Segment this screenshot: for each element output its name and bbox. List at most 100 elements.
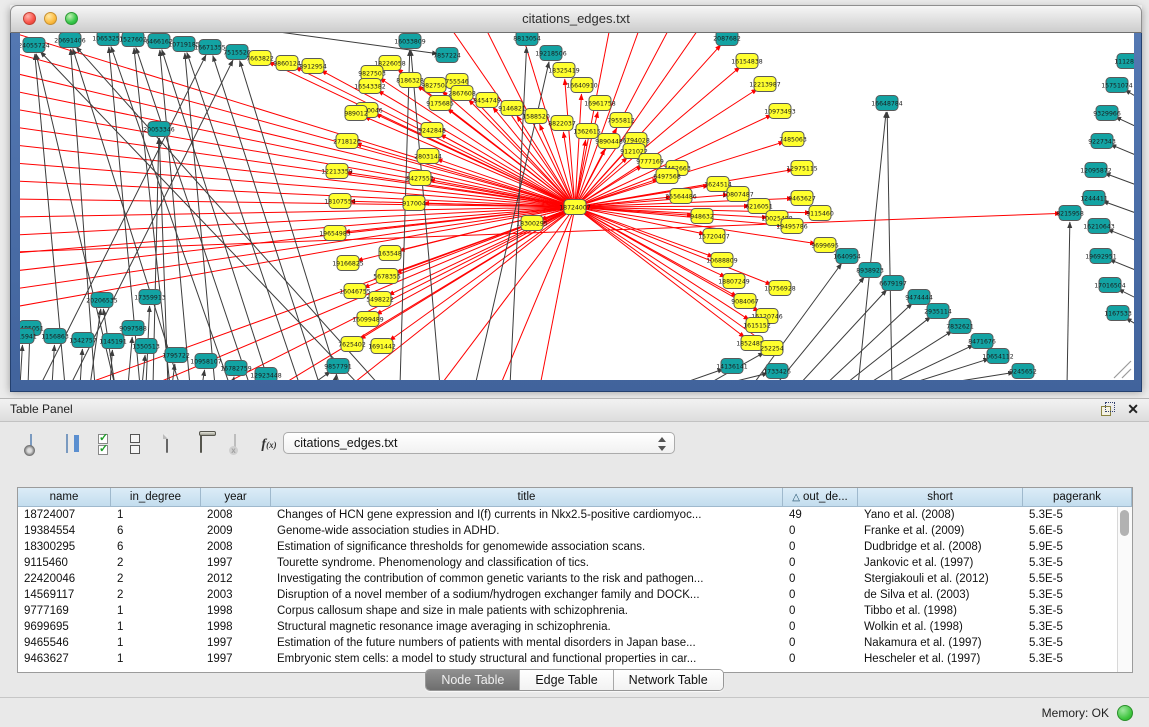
table-row[interactable]: 946554611997Estimation of the future num… xyxy=(18,635,1117,651)
tab-network-table[interactable]: Network Table xyxy=(614,670,723,690)
network-node[interactable]: 16033809 xyxy=(394,34,426,49)
network-node[interactable]: 14136141 xyxy=(716,359,748,374)
network-node[interactable]: 1733426 xyxy=(763,364,791,379)
table-row[interactable]: 1456911722003Disruption of a novel membe… xyxy=(18,587,1117,603)
function-builder-button[interactable]: f(x) xyxy=(256,431,282,457)
network-node[interactable]: 20691406 xyxy=(54,33,86,48)
network-node[interactable]: 9777169 xyxy=(636,154,664,169)
network-node[interactable]: 1156863 xyxy=(41,329,69,344)
network-node[interactable]: 15751074 xyxy=(1101,78,1133,93)
network-node[interactable]: 1350513 xyxy=(132,339,160,354)
table-row[interactable]: 977716911998Corpus callosum shape and si… xyxy=(18,603,1117,619)
close-panel-icon[interactable]: ✕ xyxy=(1127,402,1139,416)
network-node[interactable]: 2803144 xyxy=(414,149,442,164)
network-node[interactable]: 20206535 xyxy=(86,293,118,308)
canvas-resize-grip[interactable] xyxy=(1122,369,1131,378)
tab-edge-table[interactable]: Edge Table xyxy=(520,670,613,690)
network-window-titlebar[interactable]: citations_edges.txt xyxy=(10,5,1142,33)
column-header-in_degree[interactable]: in_degree xyxy=(111,488,201,507)
select-all-rows-button[interactable] xyxy=(90,431,116,457)
network-node[interactable]: 2867608 xyxy=(448,86,476,101)
network-node[interactable]: 19495786 xyxy=(776,219,808,234)
network-node[interactable]: 989012 xyxy=(344,106,368,121)
minimize-window-button[interactable] xyxy=(44,12,57,25)
column-header-name[interactable]: name xyxy=(18,488,111,507)
network-node[interactable]: 1588520 xyxy=(522,109,550,124)
network-node[interactable]: 17016504 xyxy=(1094,278,1126,293)
canvas-resize-grip[interactable] xyxy=(1114,361,1131,378)
network-node[interactable]: 18325419 xyxy=(548,63,580,78)
table-row[interactable]: 2242004622012Investigating the contribut… xyxy=(18,571,1117,587)
network-node[interactable]: 9175685 xyxy=(426,96,454,111)
network-node[interactable]: 25564486 xyxy=(665,189,697,204)
column-header-pagerank[interactable]: pagerank xyxy=(1023,488,1132,507)
row-height-button[interactable] xyxy=(122,431,148,457)
network-node[interactable]: 12213987 xyxy=(749,77,781,92)
network-node[interactable]: 19654983 xyxy=(319,226,351,241)
network-node[interactable]: 948632 xyxy=(690,209,714,224)
network-node[interactable]: 7485063 xyxy=(779,132,807,147)
network-node[interactable]: 16671355 xyxy=(194,40,226,55)
network-node[interactable]: 18107554 xyxy=(324,194,356,209)
network-node[interactable]: 18807249 xyxy=(718,274,750,289)
network-node[interactable]: 7625402 xyxy=(338,337,366,352)
network-node[interactable]: 6497568 xyxy=(653,169,681,184)
network-node[interactable]: 163548 xyxy=(378,246,402,261)
network-node[interactable]: 9115460 xyxy=(806,206,834,221)
network-node[interactable]: 8186328 xyxy=(396,73,424,88)
table-row[interactable]: 911546021997Tourette syndrome. Phenomeno… xyxy=(18,555,1117,571)
network-node[interactable]: 1527602 xyxy=(119,33,147,47)
network-canvas[interactable]: 2405572420691406106532571527602646616210… xyxy=(20,33,1134,380)
network-node[interactable]: 7832621 xyxy=(946,319,974,334)
network-node[interactable]: 6679197 xyxy=(879,276,907,291)
network-node[interactable]: 9227343 xyxy=(1088,134,1116,149)
network-node[interactable]: 1167533 xyxy=(1104,306,1132,321)
column-header-short[interactable]: short xyxy=(858,488,1023,507)
table-row[interactable]: 1830029562008Estimation of significance … xyxy=(18,539,1117,555)
network-node[interactable]: 8912954 xyxy=(299,59,327,74)
network-node[interactable]: 16543382 xyxy=(354,79,386,94)
network-node[interactable]: 15720407 xyxy=(698,229,730,244)
network-node[interactable]: 9699695 xyxy=(811,238,839,253)
network-node[interactable]: 8471676 xyxy=(968,334,996,349)
network-node[interactable]: 19166825 xyxy=(332,256,364,271)
network-node[interactable]: 19218506 xyxy=(535,46,567,61)
network-node[interactable]: 5498222 xyxy=(366,292,394,307)
column-header-year[interactable]: year xyxy=(201,488,271,507)
network-node[interactable]: 10756928 xyxy=(764,281,796,296)
network-node[interactable]: 1362615 xyxy=(573,124,601,139)
network-node[interactable]: 16648784 xyxy=(871,96,903,111)
network-node[interactable]: 8215958 xyxy=(1056,206,1084,221)
delete-button[interactable] xyxy=(188,431,214,457)
scrollbar-thumb[interactable] xyxy=(1120,510,1129,536)
network-node[interactable]: 7663822 xyxy=(246,51,274,66)
network-node[interactable]: 2718126 xyxy=(333,134,361,149)
network-node[interactable]: 24055724 xyxy=(20,38,50,53)
network-node[interactable]: 9329966 xyxy=(1093,106,1121,121)
network-node[interactable]: 9857791 xyxy=(324,359,352,374)
network-node[interactable]: 10688809 xyxy=(706,253,738,268)
network-node[interactable]: 8822037 xyxy=(548,116,576,131)
network-node[interactable]: 2087682 xyxy=(713,33,741,46)
network-node[interactable]: 7955812 xyxy=(607,113,635,128)
network-node[interactable]: 10973493 xyxy=(764,104,796,119)
network-node[interactable]: 16782759 xyxy=(220,361,252,376)
network-node[interactable]: 10958107 xyxy=(190,354,222,369)
network-node[interactable]: 9097588 xyxy=(119,321,147,336)
network-node[interactable]: 9242848 xyxy=(418,123,446,138)
network-node[interactable]: 20053346 xyxy=(143,122,175,137)
table-row[interactable]: 946362711997Embryonic stem cells: a mode… xyxy=(18,651,1117,667)
column-header-out_de[interactable]: △out_de... xyxy=(783,488,858,507)
float-panel-icon[interactable] xyxy=(1101,402,1115,416)
network-node[interactable]: 1145191 xyxy=(99,334,127,349)
table-scrollbar[interactable] xyxy=(1117,507,1132,672)
table-settings-button[interactable] xyxy=(18,431,44,457)
network-node[interactable]: 9084067 xyxy=(731,294,759,309)
network-node[interactable]: 5678355 xyxy=(373,269,401,284)
table-selector-dropdown[interactable]: citations_edges.txt xyxy=(283,432,675,454)
network-node[interactable]: 2935114 xyxy=(924,304,952,319)
network-node[interactable]: 18300295 xyxy=(516,216,548,231)
network-node[interactable]: 252254 xyxy=(760,341,784,356)
network-node[interactable]: 19692951 xyxy=(1085,249,1117,264)
network-node[interactable]: 1244411 xyxy=(1080,191,1108,206)
